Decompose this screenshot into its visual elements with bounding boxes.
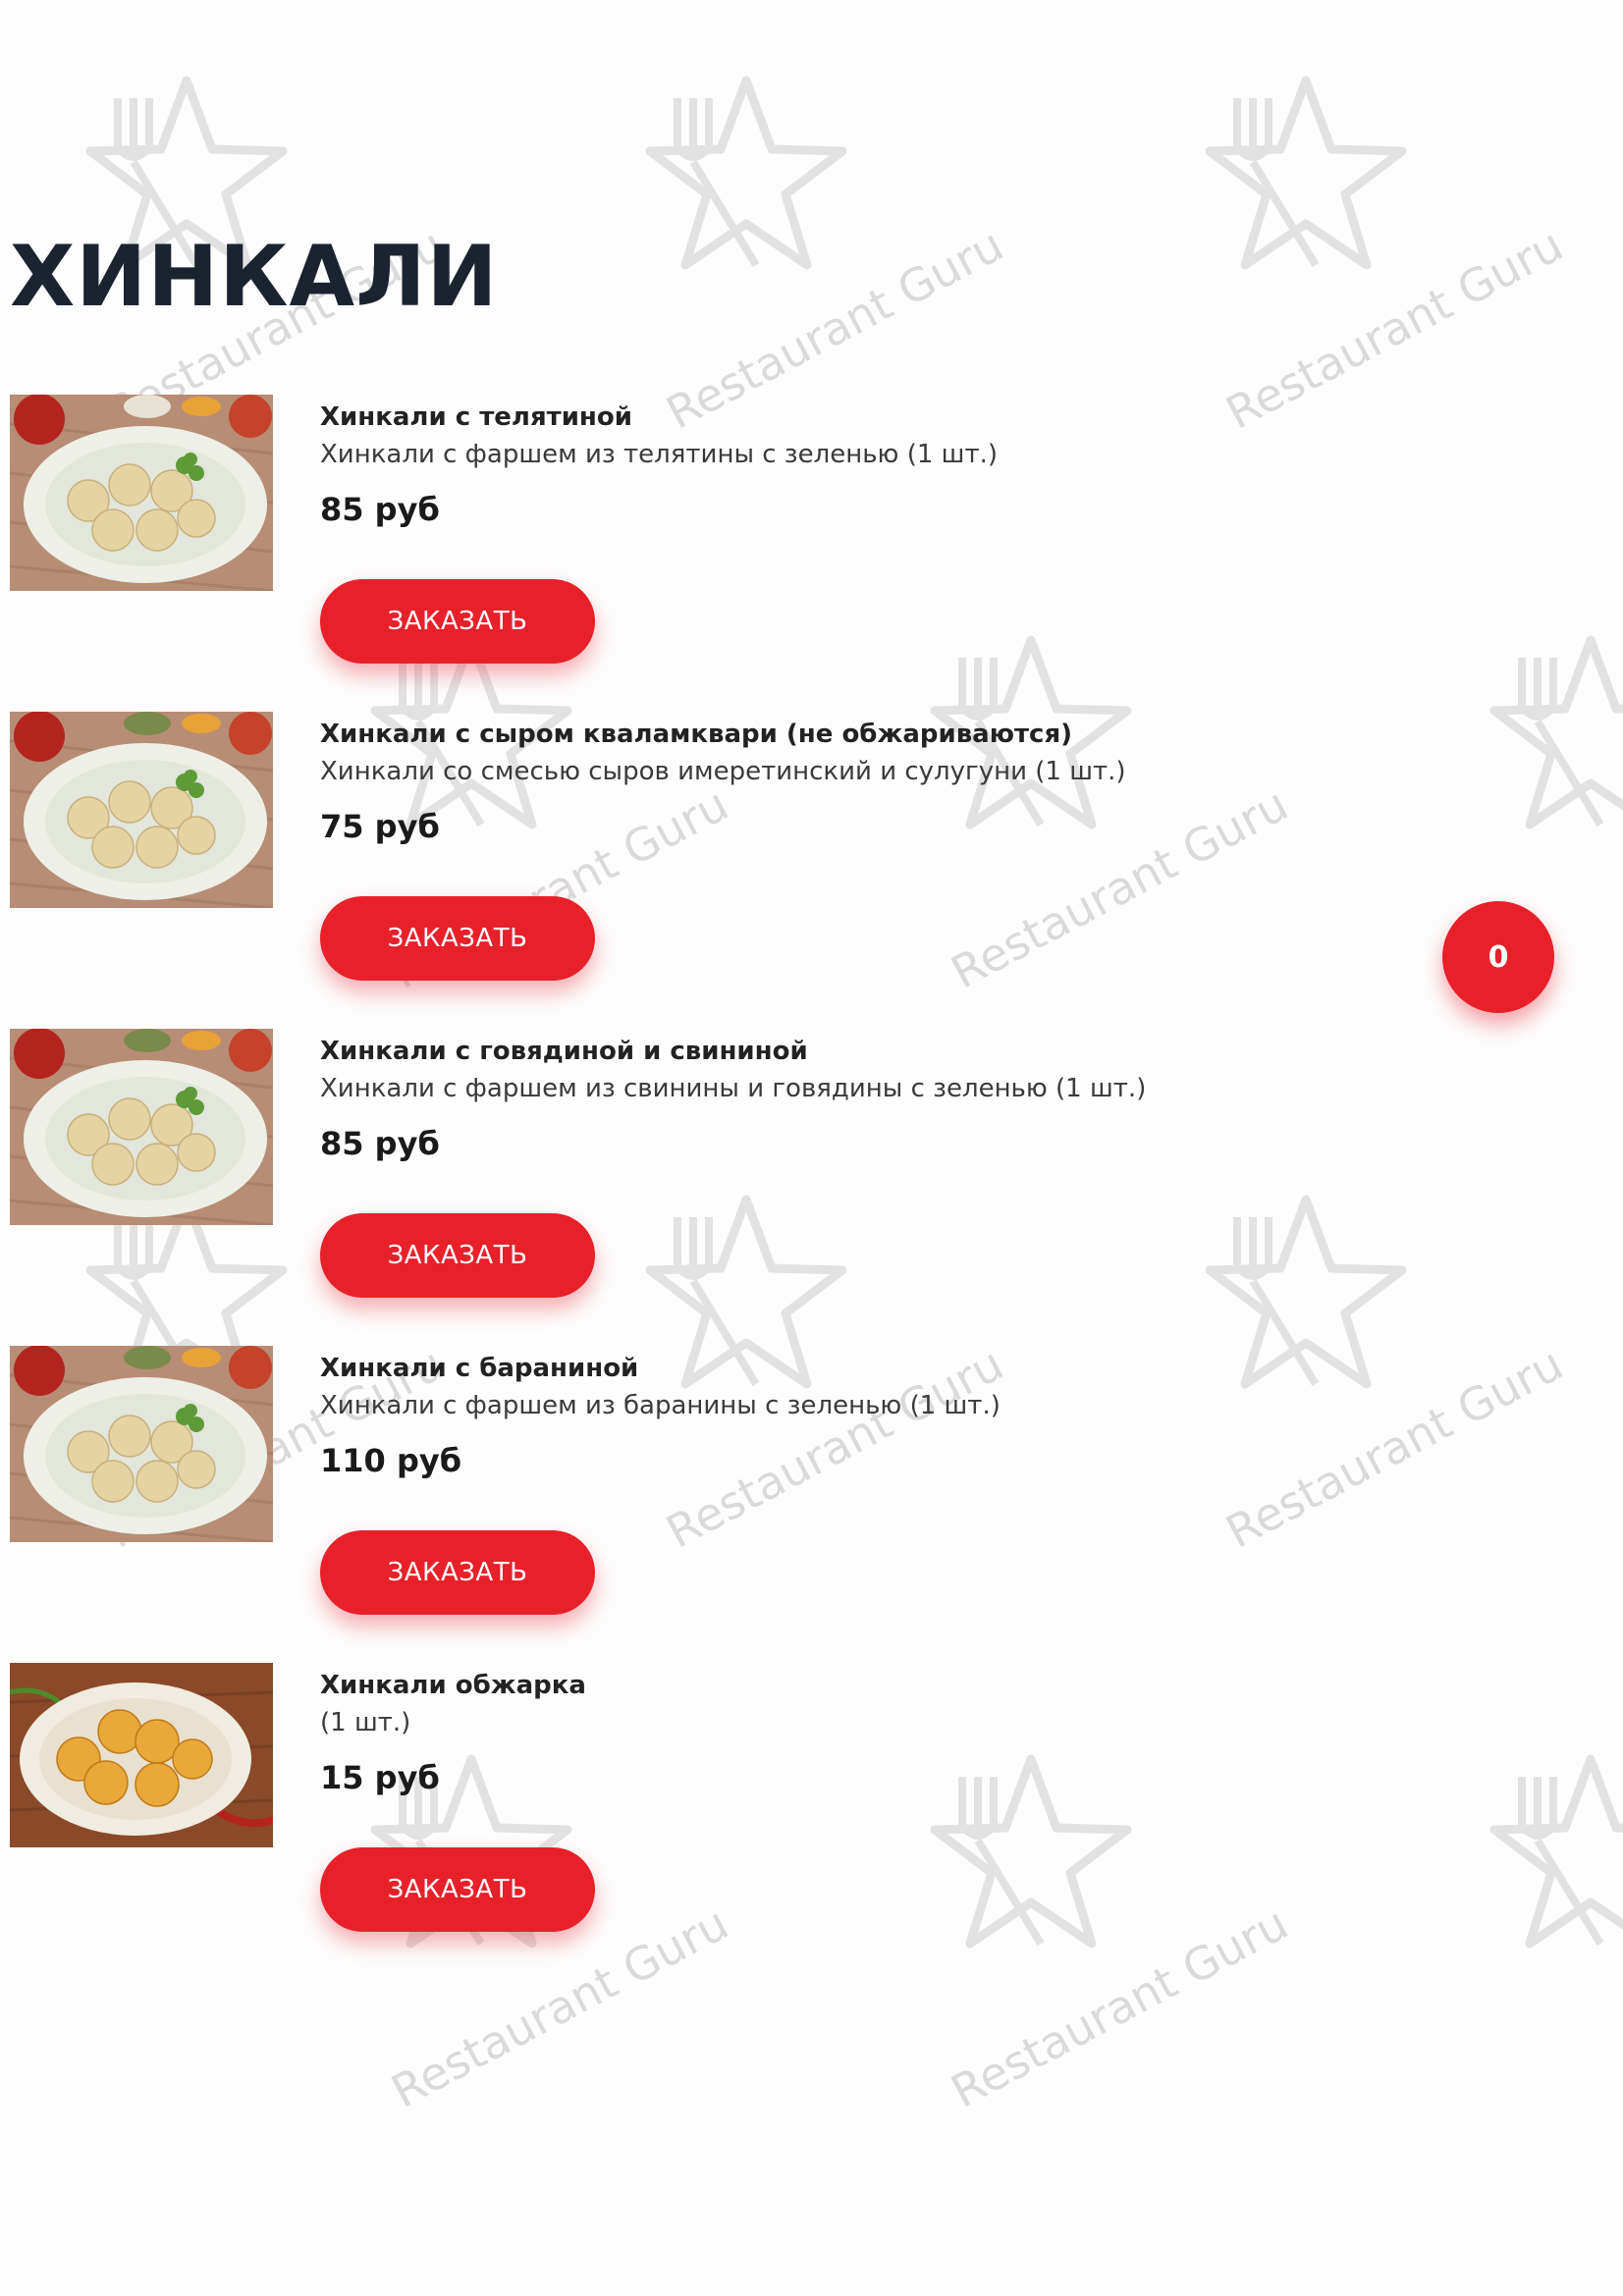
menu-item: Хинкали с сыром кваламквари (не обжарива… [10, 712, 1188, 1006]
dumplings-photo [10, 395, 273, 591]
menu-item: Хинкали с бараниной Хинкали с фаршем из … [10, 1346, 1188, 1640]
cart-count-badge[interactable]: 0 [1442, 901, 1554, 1013]
item-description: Хинкали с фаршем из баранины с зеленью (… [320, 1391, 1001, 1420]
item-price: 15 руб [320, 1759, 440, 1796]
dumplings-photo [10, 712, 273, 908]
fried-dumplings-photo [10, 1663, 273, 1847]
item-description: Хинкали со смесью сыров имеретинский и с… [320, 757, 1126, 786]
menu-item: Хинкали с говядиной и свининой Хинкали с… [10, 1029, 1188, 1323]
dumplings-photo [10, 1346, 273, 1542]
watermark-star-icon [1489, 635, 1623, 829]
order-button[interactable]: ЗАКАЗАТЬ [320, 579, 595, 664]
watermark-text: Restaurant Guru [1217, 217, 1572, 440]
watermark-star-icon [1205, 76, 1407, 270]
item-name: Хинкали с говядиной и свининой [320, 1037, 808, 1066]
order-button[interactable]: ЗАКАЗАТЬ [320, 896, 595, 981]
item-price: 85 руб [320, 491, 440, 528]
page-title: ХИНКАЛИ [10, 228, 499, 326]
order-button[interactable]: ЗАКАЗАТЬ [320, 1530, 595, 1615]
watermark-star-icon [1205, 1195, 1407, 1389]
item-description: Хинкали с фаршем из телятины с зеленью (… [320, 440, 999, 469]
item-name: Хинкали обжарка [320, 1671, 586, 1700]
item-price: 75 руб [320, 808, 440, 845]
watermark-star-icon [645, 76, 847, 270]
order-button[interactable]: ЗАКАЗАТЬ [320, 1847, 595, 1932]
item-price: 85 руб [320, 1125, 440, 1162]
watermark-text: Restaurant Guru [1217, 1336, 1572, 1559]
item-description: (1 шт.) [320, 1708, 411, 1737]
menu-item: Хинкали с телятиной Хинкали с фаршем из … [10, 395, 1188, 689]
dumplings-photo [10, 1029, 273, 1225]
order-button[interactable]: ЗАКАЗАТЬ [320, 1213, 595, 1298]
watermark-star-icon [1489, 1754, 1623, 1949]
item-name: Хинкали с сыром кваламквари (не обжарива… [320, 720, 1073, 749]
item-name: Хинкали с бараниной [320, 1354, 639, 1383]
item-name: Хинкали с телятиной [320, 402, 632, 432]
item-description: Хинкали с фаршем из свинины и говядины с… [320, 1074, 1147, 1103]
menu-item: Хинкали обжарка (1 шт.) 15 руб ЗАКАЗАТЬ [10, 1663, 1188, 1957]
item-price: 110 руб [320, 1442, 462, 1479]
